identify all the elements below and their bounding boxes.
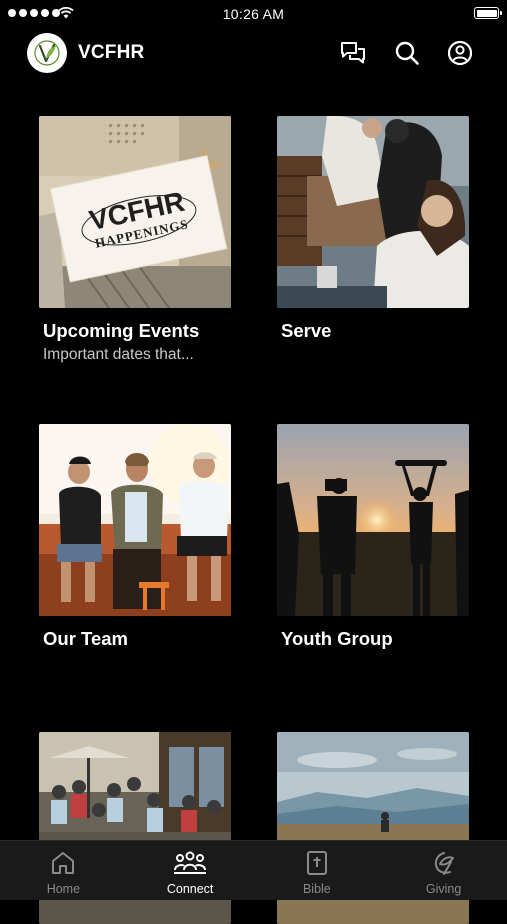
tab-label: Giving	[425, 882, 462, 896]
app-logo[interactable]	[27, 33, 67, 73]
card-our-team[interactable]: Our Team	[39, 424, 231, 650]
tab-bible[interactable]: Bible	[254, 841, 381, 900]
card-title: Youth Group	[281, 628, 393, 649]
card-upcoming-events[interactable]: VCFHR HAPPENINGS Upcoming Events Importa…	[39, 116, 231, 364]
chat-icon	[341, 42, 365, 64]
giving-icon	[434, 852, 454, 875]
search-button[interactable]	[393, 39, 421, 67]
home-icon	[52, 852, 75, 874]
tab-label: Home	[46, 882, 81, 896]
card-youth-group[interactable]: Youth Group	[277, 424, 469, 650]
card-title: Serve	[281, 320, 332, 341]
card-image	[39, 424, 231, 616]
tab-giving[interactable]: Giving	[380, 841, 507, 900]
messages-button[interactable]	[339, 39, 367, 67]
card-serve[interactable]: Serve	[277, 116, 469, 342]
card-subtitle: Important dates that...	[43, 346, 194, 363]
tab-bar: Home Connect Bible Giving	[0, 840, 507, 900]
people-icon	[174, 851, 207, 874]
battery-icon	[474, 7, 502, 19]
status-bar: 10:26 AM	[0, 0, 507, 28]
card-image: VCFHR HAPPENINGS	[39, 116, 231, 308]
tab-home[interactable]: Home	[0, 841, 127, 900]
logo-icon	[34, 40, 60, 66]
tab-connect[interactable]: Connect	[127, 841, 254, 900]
user-icon	[447, 40, 473, 66]
app-header: VCFHR	[0, 30, 507, 76]
status-time: 10:26 AM	[222, 6, 285, 22]
card-title: Our Team	[43, 628, 128, 649]
tab-label: Bible	[302, 882, 331, 896]
card-title: Upcoming Events	[43, 320, 200, 341]
profile-button[interactable]	[446, 39, 474, 67]
card-image	[277, 116, 469, 308]
bible-icon	[306, 851, 327, 875]
card-image	[277, 424, 469, 616]
tab-label: Connect	[166, 882, 214, 896]
app-title: VCFHR	[78, 42, 145, 63]
search-icon	[395, 41, 419, 65]
